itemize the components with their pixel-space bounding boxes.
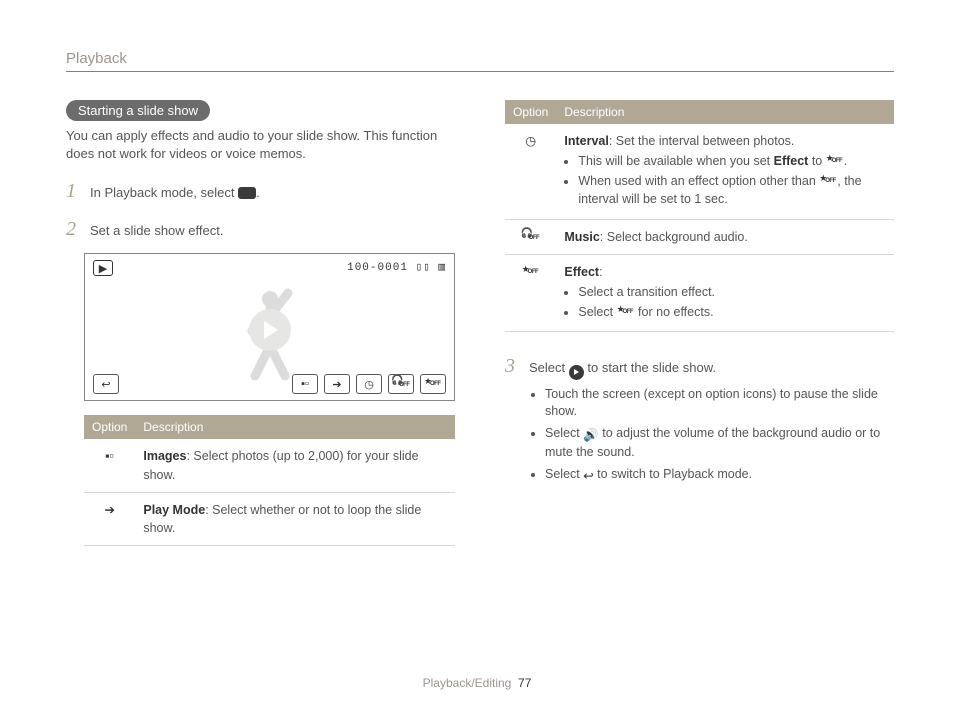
interval-description: Interval: Set the interval between photo… bbox=[556, 124, 894, 219]
interval-bullet-1: This will be available when you set Effe… bbox=[578, 152, 886, 170]
table-row: Music: Select background audio. bbox=[505, 219, 894, 254]
play-mode-icon bbox=[238, 187, 256, 199]
screen-toolbar: ↩ ▪▫ ➔ ◷ bbox=[93, 374, 446, 394]
step-1-prefix: In Playback mode, select bbox=[90, 185, 238, 200]
effect-off-icon bbox=[819, 174, 837, 186]
col-header-option: Option bbox=[505, 100, 556, 124]
table-row: ◷ Interval: Set the interval between pho… bbox=[505, 124, 894, 219]
table-row: ➔ Play Mode: Select whether or not to lo… bbox=[84, 492, 455, 545]
images-description: Images: Select photos (up to 2,000) for … bbox=[135, 439, 455, 492]
step-3-note-b: Select 🔊 to adjust the volume of the bac… bbox=[545, 425, 894, 462]
col-header-description: Description bbox=[135, 415, 455, 439]
arrow-right-icon: ➔ bbox=[324, 374, 350, 394]
playmode-description: Play Mode: Select whether or not to loop… bbox=[135, 492, 455, 545]
start-play-icon bbox=[569, 365, 584, 380]
camera-screen-illustration: ▶ 100-0001 ▯▯ ▥ ↩ ▪▫ ➔ ◷ bbox=[84, 253, 455, 401]
step-2-text: Set a slide show effect. bbox=[90, 222, 455, 240]
music-off-icon bbox=[505, 219, 556, 254]
back-icon: ↩ bbox=[583, 468, 593, 486]
volume-icon: 🔊 bbox=[583, 427, 599, 445]
step-number: 1 bbox=[66, 177, 82, 205]
effect-off-icon bbox=[617, 305, 635, 317]
table-row: Effect: Select a transition effect. Sele… bbox=[505, 254, 894, 331]
intro-text: You can apply effects and audio to your … bbox=[66, 127, 455, 163]
effect-off-icon bbox=[420, 374, 446, 394]
music-off-icon bbox=[388, 374, 414, 394]
images-icon: ▪▫ bbox=[292, 374, 318, 394]
step-1-text: In Playback mode, select . bbox=[90, 184, 455, 202]
interval-bullet-2: When used with an effect option other th… bbox=[578, 172, 886, 208]
effect-description: Effect: Select a transition effect. Sele… bbox=[556, 254, 894, 331]
step-3-note-a: Touch the screen (except on option icons… bbox=[545, 386, 894, 421]
footer-path: Playback/Editing bbox=[423, 676, 512, 690]
music-description: Music: Select background audio. bbox=[556, 219, 894, 254]
step-3-text: Select to start the slide show. Touch th… bbox=[529, 359, 894, 489]
step-number: 3 bbox=[505, 352, 521, 380]
effect-bullet-1: Select a transition effect. bbox=[578, 283, 886, 301]
image-counter: 100-0001 ▯▯ ▥ bbox=[347, 260, 446, 274]
back-icon: ↩ bbox=[93, 374, 119, 394]
col-header-description: Description bbox=[556, 100, 894, 124]
step-1: 1 In Playback mode, select . bbox=[66, 177, 455, 205]
effect-off-icon bbox=[505, 254, 556, 331]
images-icon: ▪▫ bbox=[84, 439, 135, 492]
step-number: 2 bbox=[66, 215, 82, 243]
section-pill: Starting a slide show bbox=[66, 100, 210, 121]
effect-bullet-2: Select for no effects. bbox=[578, 303, 886, 321]
page-number: 77 bbox=[518, 676, 531, 690]
table-row: ▪▫ Images: Select photos (up to 2,000) f… bbox=[84, 439, 455, 492]
col-header-option: Option bbox=[84, 415, 135, 439]
page-footer: Playback/Editing 77 bbox=[0, 676, 954, 690]
options-table-left: Option Description ▪▫ Images: Select pho… bbox=[84, 415, 455, 546]
playback-indicator-icon: ▶ bbox=[93, 260, 113, 276]
step-3-note-c: Select ↩ to switch to Playback mode. bbox=[545, 466, 894, 486]
options-table-right: Option Description ◷ Interval: Set the i… bbox=[505, 100, 894, 332]
step-2: 2 Set a slide show effect. bbox=[66, 215, 455, 243]
interval-icon: ◷ bbox=[356, 374, 382, 394]
arrow-right-icon: ➔ bbox=[84, 492, 135, 545]
effect-off-icon bbox=[826, 154, 844, 166]
step-1-suffix: . bbox=[256, 185, 260, 200]
step-3: 3 Select to start the slide show. Touch … bbox=[505, 352, 894, 489]
interval-icon: ◷ bbox=[505, 124, 556, 219]
play-button-icon bbox=[249, 309, 291, 351]
section-header: Playback bbox=[66, 50, 127, 67]
